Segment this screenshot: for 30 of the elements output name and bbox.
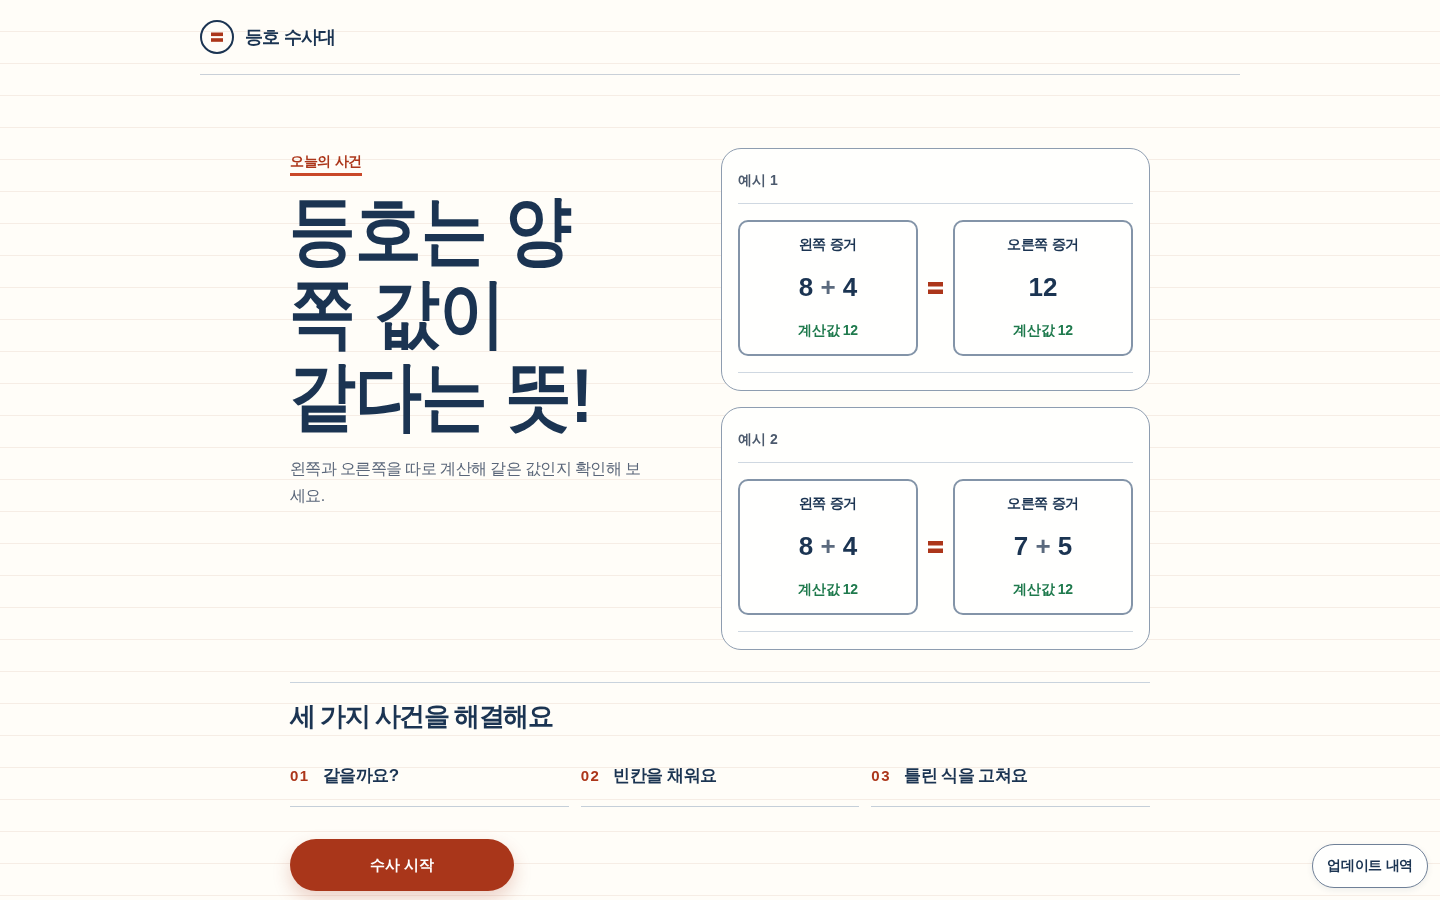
evidence-label: 오른쪽 증거 (1006, 235, 1080, 253)
equals-logo-icon (200, 19, 234, 54)
step-title: 같을까요? (322, 765, 399, 787)
expression-text: 8 + 4 (798, 530, 858, 562)
update-history-button[interactable]: 업데이트 내역 (1312, 844, 1428, 888)
evidence-label: 오른쪽 증거 (1006, 494, 1080, 512)
site-title: 등호 수사대 (245, 25, 336, 49)
equals-icon (928, 282, 943, 294)
equals-icon (928, 541, 943, 553)
section-heading: 세 가지 사건을 해결해요 (290, 700, 554, 732)
result-text: 계산값 12 (1013, 580, 1073, 598)
expression-text: 8 + 4 (798, 271, 858, 303)
expression-text: 12 (1028, 271, 1058, 303)
eyebrow-label: 오늘의 사건 (290, 152, 363, 176)
result-text: 계산값 12 (798, 321, 858, 339)
example-title: 예시 1 (738, 149, 1133, 204)
evidence-label: 왼쪽 증거 (798, 494, 858, 512)
start-button[interactable]: 수사 시작 (290, 839, 514, 891)
result-text: 계산값 12 (798, 580, 858, 598)
step-number: 01 (290, 766, 310, 786)
step-title: 틀린 식을 고쳐요 (904, 765, 1028, 787)
evidence-label: 왼쪽 증거 (798, 235, 858, 253)
step-number: 02 (580, 766, 601, 786)
step-number: 03 (871, 766, 891, 786)
example-title: 예시 2 (738, 408, 1133, 463)
hero-headline: 등호는 양쪽 값이 같다는 뜻! (289, 188, 594, 437)
step-title: 빈칸을 채워요 (613, 765, 717, 787)
result-text: 계산값 12 (1013, 321, 1073, 339)
expression-text: 7 + 5 (1013, 530, 1073, 562)
hero-description: 왼쪽과 오른쪽을 따로 계산해 같은 값인지 확인해 보세요. (290, 459, 642, 506)
